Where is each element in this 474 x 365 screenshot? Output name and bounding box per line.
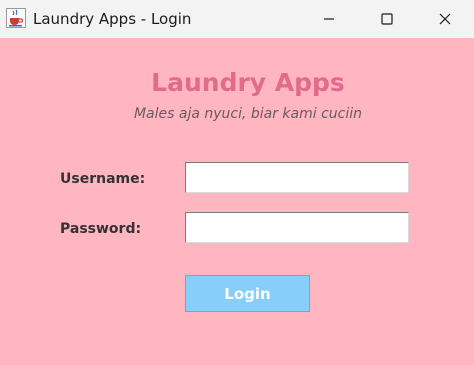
app-heading: Laundry Apps [151, 68, 345, 97]
login-panel: Laundry Apps Males aja nyuci, biar kami … [0, 38, 474, 365]
minimize-icon [324, 18, 334, 20]
maximize-button[interactable] [358, 0, 416, 38]
close-icon [439, 13, 451, 25]
password-input[interactable] [185, 212, 409, 243]
minimize-button[interactable] [300, 0, 358, 38]
login-window: Laundry Apps - Login Laundry Apps Males … [0, 0, 474, 365]
window-title: Laundry Apps - Login [33, 10, 192, 28]
maximize-icon [381, 13, 393, 25]
login-button[interactable]: Login [185, 275, 310, 312]
title-bar[interactable]: Laundry Apps - Login [0, 0, 474, 38]
java-coffee-cup-icon [6, 8, 26, 28]
username-input[interactable] [185, 162, 409, 193]
close-button[interactable] [416, 0, 474, 38]
app-tagline: Males aja nyuci, biar kami cuciin [133, 106, 363, 122]
username-label: Username: [60, 171, 146, 187]
password-label: Password: [60, 221, 142, 237]
